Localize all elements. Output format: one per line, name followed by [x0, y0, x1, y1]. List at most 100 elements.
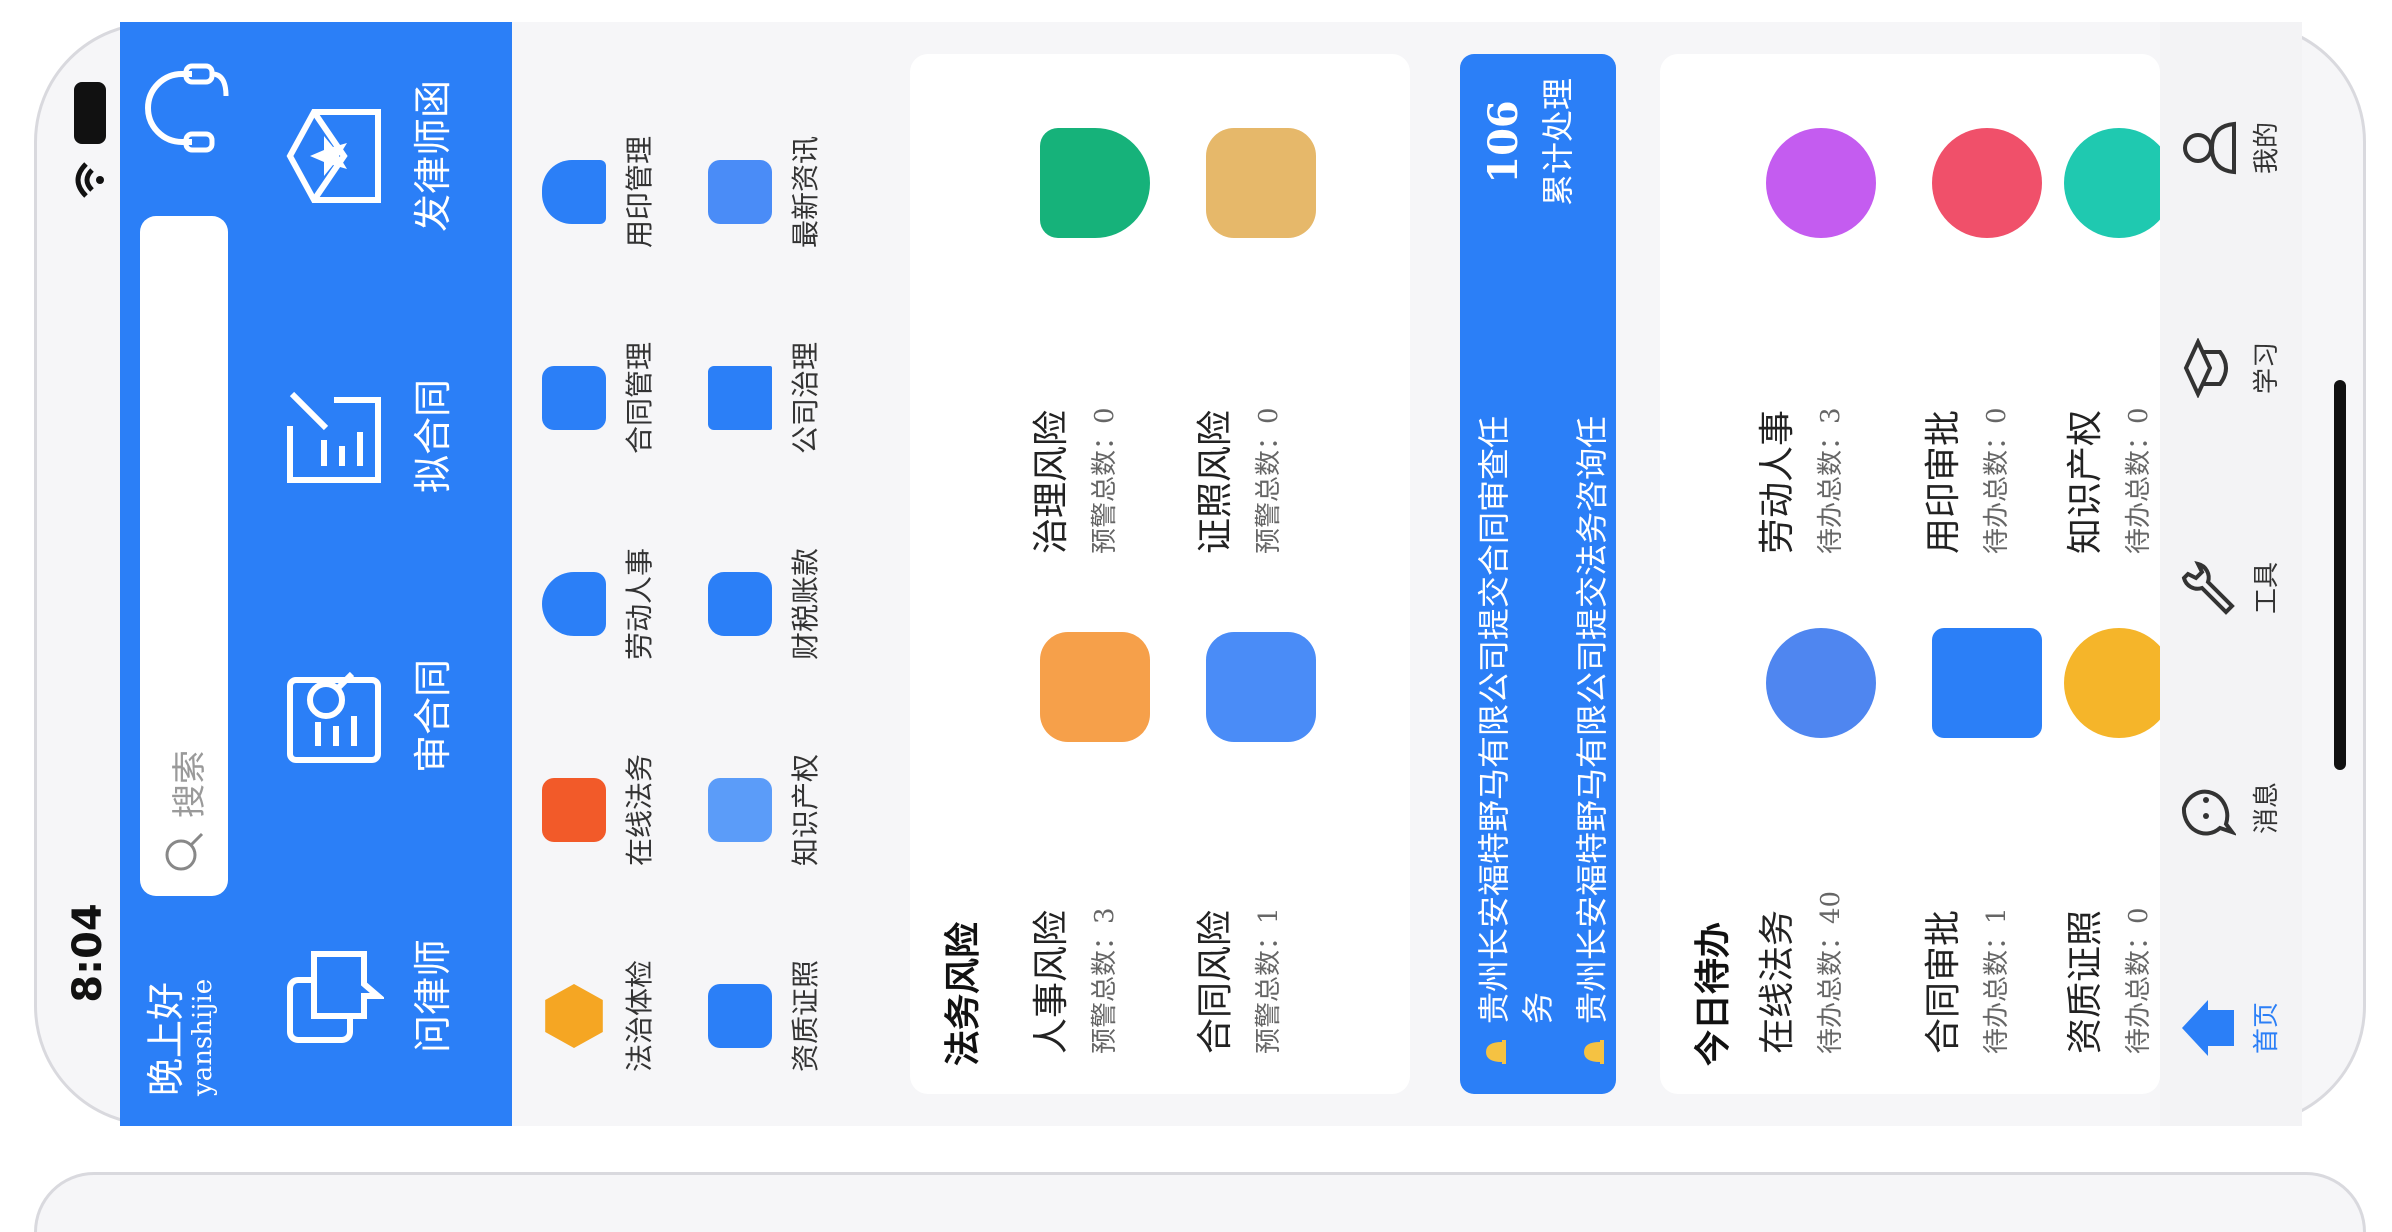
notice-banner[interactable]: 贵州长安福特野马有限公司提交合同审查任 务 贵州长安福特野马有限公司提交法务咨询… [1460, 54, 1616, 1094]
todo-stat: 待办总数：0 [2124, 907, 2154, 1054]
todo-stat: 待办总数：40 [1816, 890, 1846, 1054]
feature-online-legal[interactable]: 在线法务 [542, 720, 658, 900]
feature-label: 财税账款 [789, 548, 822, 661]
feature-hr[interactable]: 劳动人事 [542, 514, 658, 694]
status-time: 8:04 [65, 903, 111, 1003]
notice-line-1: 贵州长安福特野马有限公司提交合同审查任 [1475, 415, 1513, 1024]
coin-icon [708, 572, 772, 636]
search-placeholder: 搜索 [170, 750, 210, 818]
tab-label: 我的 [2252, 122, 2282, 175]
tab-label: 首页 [2252, 1002, 2282, 1055]
feature-label: 合同管理 [623, 342, 656, 455]
risk-item-hr[interactable]: 人事风险 预警总数：3 [1030, 907, 1122, 1054]
risk-name: 合同风险 [1195, 909, 1236, 1054]
wrench-icon [2181, 561, 2235, 615]
battery-icon [74, 82, 106, 144]
todo-item-hr[interactable]: 劳动人事 待办总数：3 [1756, 407, 1848, 554]
feature-seal-mgmt[interactable]: 用印管理 [542, 102, 658, 282]
legal-risk-title: 法务风险 [943, 921, 984, 1066]
chat-bubbles-icon [287, 951, 384, 1043]
stamp-icon [1932, 128, 2042, 238]
todo-item-contract-approval[interactable]: 合同审批 待办总数：1 [1922, 907, 2014, 1054]
scales-icon [1766, 628, 1876, 738]
document-edit-icon [287, 391, 381, 483]
lightbulb-icon [2064, 128, 2174, 238]
risk-stat: 预警总数：0 [1254, 407, 1284, 554]
quick-label: 发律师函 [411, 80, 455, 233]
wifi-icon [70, 160, 110, 200]
document-icon [708, 778, 772, 842]
notice-line-1-cont: 务 [1519, 991, 1557, 1024]
legal-risk-card: 法务风险 人事风险 预警总数：3 治理风险 预警总数：0 合同风险 预警总数：1… [910, 54, 1410, 1094]
feature-qualification[interactable]: 资质证照 [708, 926, 824, 1106]
risk-name: 治理风险 [1031, 409, 1072, 554]
feature-ip[interactable]: 知识产权 [708, 720, 824, 900]
second-phone-edge [34, 1172, 2366, 1232]
license-risk-icon [1206, 128, 1316, 238]
tab-tools[interactable]: 工具 [2180, 528, 2283, 648]
building-icon [708, 366, 772, 430]
medal-icon [2064, 628, 2174, 738]
home-indicator [2334, 380, 2346, 770]
headset-icon[interactable] [140, 60, 232, 156]
tab-learning[interactable]: 学习 [2180, 308, 2283, 428]
todo-name: 资质证照 [2065, 909, 2106, 1054]
quick-draft-contract[interactable]: 拟合同 [284, 336, 457, 536]
todo-stat: 待办总数：0 [1982, 407, 2012, 554]
tab-home[interactable]: 首页 [2180, 968, 2283, 1088]
contract-approval-icon [1932, 628, 2042, 738]
todo-name: 用印审批 [1923, 409, 1964, 554]
tab-profile[interactable]: 我的 [2180, 88, 2283, 208]
tab-label: 工具 [2252, 562, 2282, 615]
contract-risk-icon [1206, 632, 1316, 742]
tab-messages[interactable]: 消息 [2180, 748, 2283, 868]
quick-send-letter[interactable]: 发律师函 [284, 56, 457, 256]
feature-governance[interactable]: 公司治理 [708, 308, 824, 488]
stamp-icon [542, 160, 606, 224]
total-value: 106 [1480, 100, 1527, 184]
risk-stat: 预警总数：1 [1254, 907, 1284, 1054]
todo-item-seal-approval[interactable]: 用印审批 待办总数：0 [1922, 407, 2014, 554]
risk-name: 证照风险 [1195, 409, 1236, 554]
feature-label: 公司治理 [789, 342, 822, 455]
app-screen: 晚上好 yanshijie 搜索 问律师 审合同 拟合同 发律师函 法治体检 在… [120, 22, 2302, 1126]
greeting-block: 晚上好 yanshijie [144, 979, 218, 1096]
search-input[interactable]: 搜索 [140, 216, 228, 896]
certificate-icon [708, 984, 772, 1048]
risk-item-license[interactable]: 证照风险 预警总数：0 [1194, 407, 1286, 554]
feature-label: 用印管理 [623, 136, 656, 249]
feature-contract-mgmt[interactable]: 合同管理 [542, 308, 658, 488]
tab-label: 消息 [2252, 782, 2282, 835]
total-processed: 106 累计处理 [1480, 78, 1579, 206]
todo-item-online-legal[interactable]: 在线法务 待办总数：40 [1756, 891, 1848, 1054]
bottom-tab-bar: 首页 消息 工具 学习 我的 [2160, 22, 2302, 1126]
document-search-icon [287, 671, 381, 763]
header: 晚上好 yanshijie 搜索 问律师 审合同 拟合同 发律师函 [120, 22, 512, 1126]
greeting-text: 晚上好 [144, 981, 188, 1096]
notice-line-2: 贵州长安福特野马有限公司提交法务咨询任 [1573, 415, 1611, 1024]
message-icon [2181, 789, 2238, 836]
monitor-check-icon [542, 778, 606, 842]
todo-name: 知识产权 [2065, 409, 2106, 554]
quick-label: 问律师 [411, 939, 455, 1054]
feature-label: 在线法务 [623, 754, 656, 867]
news-icon [708, 160, 772, 224]
shield-icon [1040, 128, 1150, 238]
todo-item-ip[interactable]: 知识产权 待办总数：0 [2064, 407, 2156, 554]
feature-finance[interactable]: 财税账款 [708, 514, 824, 694]
quick-label: 拟合同 [411, 379, 455, 494]
feature-legal-checkup[interactable]: 法治体检 [542, 926, 658, 1106]
feature-news[interactable]: 最新资讯 [708, 102, 824, 282]
risk-item-governance[interactable]: 治理风险 预警总数：0 [1030, 407, 1122, 554]
todo-stat: 待办总数：1 [1982, 907, 2012, 1054]
todo-item-qualification[interactable]: 资质证照 待办总数：0 [2064, 907, 2156, 1054]
feature-label: 劳动人事 [623, 548, 656, 661]
lightning-hexagon-icon [542, 984, 606, 1048]
feature-label: 最新资讯 [789, 136, 822, 249]
feature-label: 资质证照 [789, 960, 822, 1073]
risk-item-contract[interactable]: 合同风险 预警总数：1 [1194, 907, 1286, 1054]
home-icon [2182, 1000, 2234, 1056]
total-label: 累计处理 [1539, 78, 1577, 207]
quick-ask-lawyer[interactable]: 问律师 [284, 896, 457, 1096]
quick-review-contract[interactable]: 审合同 [284, 616, 457, 816]
